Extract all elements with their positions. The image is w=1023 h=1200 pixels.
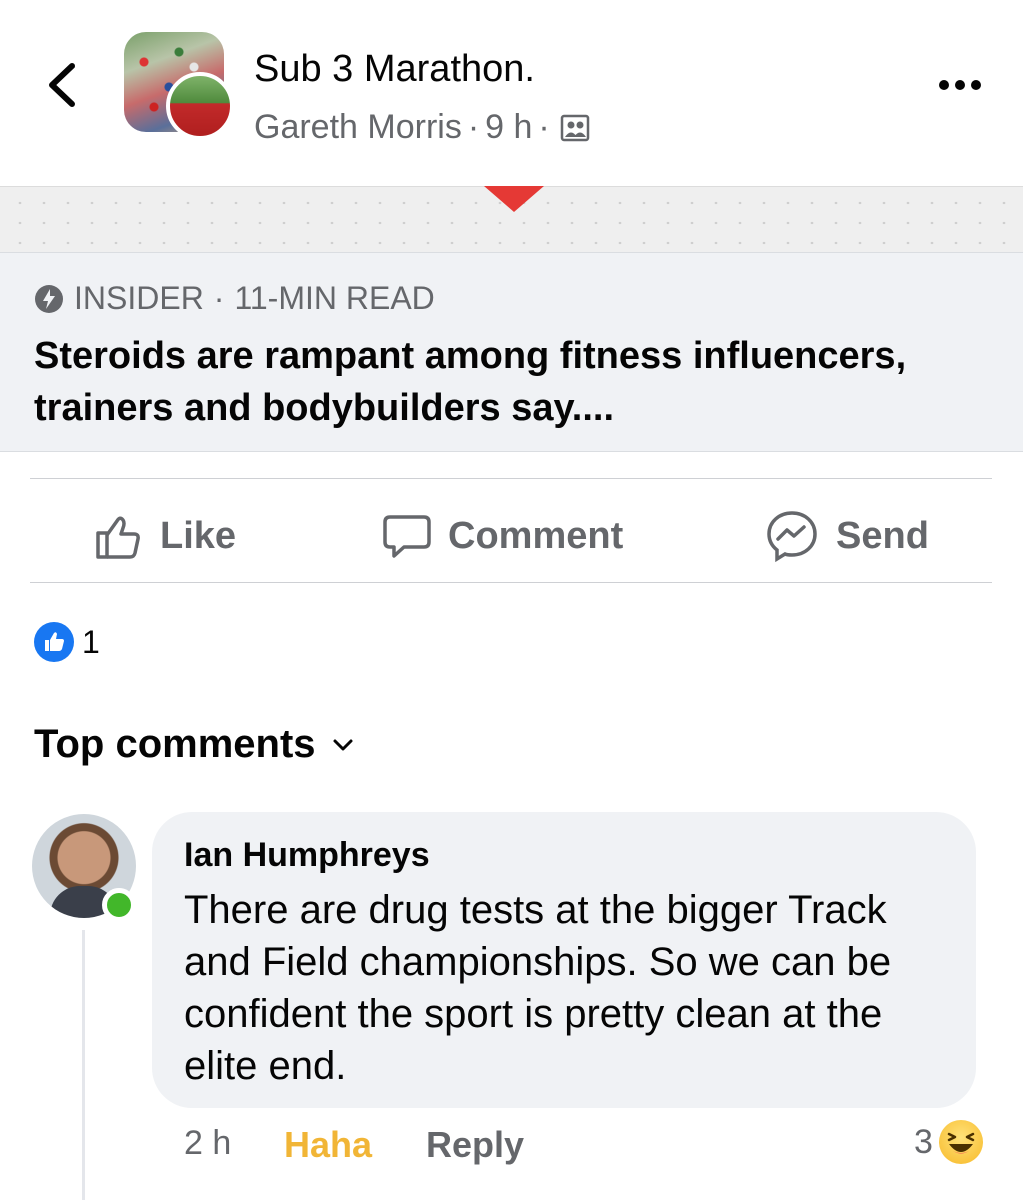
link-source-separator: ·	[213, 280, 225, 316]
post-meta: Gareth Morris · 9 h ·	[254, 108, 590, 147]
link-read-time: 11-MIN READ	[234, 280, 435, 316]
comment-text: There are drug tests at the bigger Track…	[184, 888, 892, 1088]
comment-sort-dropdown[interactable]: Top comments	[34, 722, 354, 767]
link-source: INSIDER	[74, 280, 204, 316]
comment-author[interactable]: Ian Humphreys	[184, 836, 430, 875]
like-button[interactable]: Like	[94, 508, 236, 564]
link-source-line: INSIDER · 11-MIN READ	[34, 280, 435, 317]
insider-logo-icon	[35, 284, 63, 313]
comment-time[interactable]: 2 h	[184, 1124, 231, 1163]
comment-reaction-summary[interactable]: 3	[914, 1120, 983, 1164]
comment-sort-label: Top comments	[34, 722, 316, 766]
more-dot	[939, 80, 949, 90]
thumbs-up-icon	[96, 516, 140, 559]
post-time[interactable]: 9 h	[485, 108, 532, 147]
online-status-indicator	[102, 888, 136, 922]
reaction-summary[interactable]: 1	[34, 622, 100, 662]
reaction-count: 1	[82, 623, 100, 660]
comment-thread-line	[82, 930, 85, 1200]
comment-label: Comment	[448, 514, 624, 557]
more-options-button[interactable]	[932, 70, 988, 100]
send-button[interactable]: Send	[764, 508, 929, 564]
haha-emoji-icon	[938, 1120, 983, 1164]
messenger-icon	[767, 511, 817, 563]
comment-button[interactable]: Comment	[382, 508, 623, 564]
send-label: Send	[836, 514, 929, 557]
comment-bubble-icon	[383, 515, 431, 558]
comment-reaction-count: 3	[914, 1122, 933, 1161]
chevron-left-icon	[49, 63, 75, 107]
like-reaction-icon	[34, 622, 74, 662]
like-label: Like	[160, 514, 237, 557]
divider	[30, 478, 992, 479]
back-button[interactable]	[40, 60, 84, 110]
group-name[interactable]: Sub 3 Marathon.	[254, 48, 535, 91]
comment-reply-button[interactable]: Reply	[426, 1124, 524, 1166]
meta-separator: ·	[467, 108, 480, 146]
group-members-icon	[560, 114, 589, 141]
chevron-down-icon	[333, 739, 353, 750]
author-name[interactable]: Gareth Morris	[254, 108, 462, 147]
link-title[interactable]: Steroids are rampant among fitness influ…	[34, 330, 994, 434]
more-dot	[971, 80, 981, 90]
author-avatar[interactable]	[166, 72, 234, 140]
comment-haha-reaction-button[interactable]: Haha	[284, 1124, 372, 1166]
meta-separator: ·	[538, 108, 550, 146]
divider	[30, 582, 992, 583]
link-image-marker	[484, 186, 544, 212]
more-dot	[955, 80, 965, 90]
